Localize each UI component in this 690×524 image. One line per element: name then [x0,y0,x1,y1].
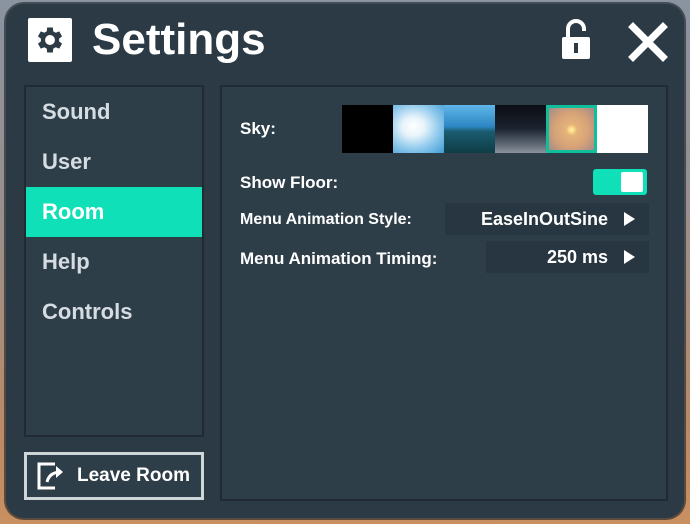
show-floor-label: Show Floor: [240,173,339,192]
menu-animation-style-value: EaseInOutSine [480,208,608,229]
settings-sidebar: Sound User Room Help Controls [24,85,204,437]
sky-option-dusk[interactable] [495,105,546,153]
sky-option-clouds[interactable] [393,105,444,153]
toggle-knob [621,172,643,192]
sky-option-sunset[interactable] [546,105,597,153]
chevron-right-icon [624,250,635,264]
gear-icon [28,18,72,62]
sidebar-item-room[interactable]: Room [26,187,202,237]
lock-button[interactable] [556,18,596,62]
menu-animation-style-label: Menu Animation Style: [240,211,412,228]
unlock-icon [562,19,590,59]
sidebar-item-controls[interactable]: Controls [26,287,202,337]
room-settings-panel: Sky: Show Floor: Menu Animation Style: E… [220,85,668,501]
exit-icon [35,460,67,492]
title-bar: Settings [6,4,684,76]
menu-animation-timing-value: 250 ms [546,246,608,267]
sidebar-item-sound[interactable]: Sound [26,87,202,137]
menu-animation-style-stepper[interactable]: EaseInOutSine [445,203,649,235]
chevron-right-icon [624,212,635,226]
sidebar-item-user[interactable]: User [26,137,202,187]
show-floor-toggle[interactable] [593,169,647,195]
sky-option-ocean[interactable] [444,105,495,153]
settings-window: Settings Sound User Room Help Controls L… [6,4,684,518]
leave-room-button[interactable]: Leave Room [24,452,204,500]
sky-option-black[interactable] [342,105,393,153]
sky-label: Sky: [240,119,276,138]
close-icon [628,22,668,62]
menu-animation-timing-label: Menu Animation Timing: [240,249,438,268]
menu-animation-timing-stepper[interactable]: 250 ms [486,241,649,273]
sidebar-item-help[interactable]: Help [26,237,202,287]
page-title: Settings [92,15,266,64]
close-button[interactable] [624,18,672,66]
sky-option-white[interactable] [597,105,648,153]
leave-room-label: Leave Room [77,465,190,486]
sky-selector [342,105,648,153]
